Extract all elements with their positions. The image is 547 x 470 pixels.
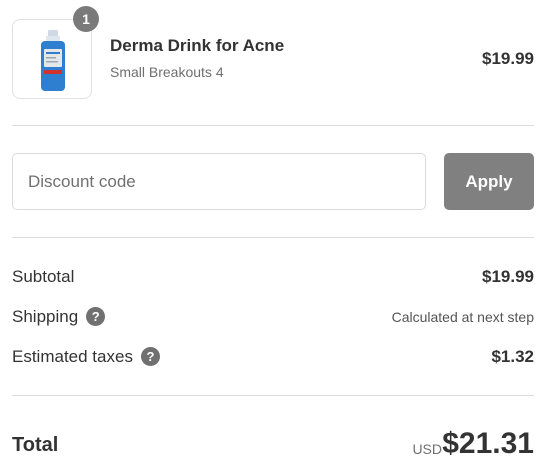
discount-code-input[interactable] [12, 153, 426, 210]
taxes-value: $1.32 [491, 347, 534, 366]
help-icon[interactable]: ? [140, 347, 160, 366]
subtotal-row: Subtotal $19.99 [12, 265, 534, 289]
subtotal-label: Subtotal [12, 267, 75, 286]
divider [12, 395, 534, 396]
bottle-icon [41, 30, 65, 91]
product-name: Derma Drink for Acne [110, 36, 285, 55]
divider [12, 237, 534, 238]
total-label: Total [12, 434, 59, 456]
help-icon[interactable]: ? [86, 307, 106, 326]
shipping-label: Shipping [12, 307, 79, 326]
shipping-value: Calculated at next step [391, 309, 534, 325]
order-line-item: 1 Derma Drink for Acne Small Breakouts 4… [12, 6, 534, 99]
subtotal-value: $19.99 [482, 267, 534, 286]
taxes-label: Estimated taxes [12, 347, 133, 366]
quantity-badge: 1 [73, 6, 99, 32]
total-currency: USD [412, 441, 442, 457]
shipping-row: Shipping? Calculated at next step [12, 305, 534, 329]
apply-discount-button[interactable]: Apply [444, 153, 534, 210]
taxes-row: Estimated taxes? $1.32 [12, 345, 534, 369]
taxes-label-group: Estimated taxes? [12, 345, 160, 369]
product-price: $19.99 [482, 49, 534, 68]
divider [12, 125, 534, 126]
shipping-label-group: Shipping? [12, 305, 106, 329]
total-value: $21.31 [442, 427, 534, 460]
product-variant: Small Breakouts 4 [110, 64, 224, 80]
